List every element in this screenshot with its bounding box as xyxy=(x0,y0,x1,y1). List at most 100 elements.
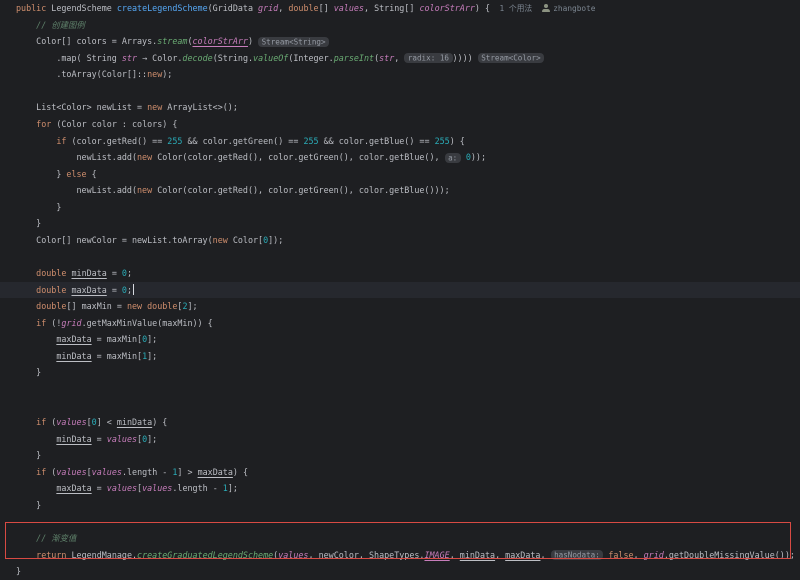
static-call-token: valueOf xyxy=(253,53,288,63)
parameter-token: grid xyxy=(644,550,664,560)
code-line[interactable]: public LegendScheme createLegendScheme(G… xyxy=(0,0,800,17)
code-line[interactable]: } xyxy=(0,447,800,464)
code-line[interactable]: List<Color> newList = new ArrayList<>(); xyxy=(0,99,800,116)
code-line[interactable]: if (values[0] < minData) { xyxy=(0,414,800,431)
code-token: } xyxy=(16,169,66,179)
code-line[interactable]: } xyxy=(0,563,800,580)
code-line[interactable]: .map( String str → Color.decode(String.v… xyxy=(0,50,800,67)
code-token: ; xyxy=(127,268,132,278)
parameter-token: colorStrArr xyxy=(193,36,248,46)
code-token: { xyxy=(87,169,97,179)
parameter-token: values xyxy=(56,417,86,427)
code-line[interactable]: // 创建图例 xyxy=(0,17,800,34)
code-token: = xyxy=(107,268,122,278)
parameter-token: values xyxy=(334,3,364,13)
code-line[interactable]: Color[] colors = Arrays.stream(colorStrA… xyxy=(0,33,800,50)
code-line[interactable]: newList.add(new Color(color.getRed(), co… xyxy=(0,149,800,166)
code-token xyxy=(16,119,36,129)
code-line[interactable]: } xyxy=(0,497,800,514)
code-line[interactable]: } else { xyxy=(0,166,800,183)
variable-token: minData xyxy=(460,550,495,560)
code-line[interactable] xyxy=(0,381,800,398)
code-line[interactable] xyxy=(0,83,800,100)
code-token: [] xyxy=(319,3,334,13)
variable-token: minData xyxy=(56,351,91,361)
code-token: Color[] colors = Arrays. xyxy=(16,36,157,46)
inlay-hint[interactable]: a: xyxy=(445,153,461,163)
usages-inlay-hint[interactable]: 1 个用法 xyxy=(490,4,532,13)
keyword-token: new xyxy=(147,102,162,112)
code-token xyxy=(16,434,56,444)
code-token: [] maxMin = xyxy=(66,301,127,311)
inlay-hint[interactable]: Stream<String> xyxy=(258,37,329,47)
code-line[interactable]: return LegendManage.createGraduatedLegen… xyxy=(0,547,800,564)
code-area[interactable]: public LegendScheme createLegendScheme(G… xyxy=(0,0,800,580)
code-line[interactable]: double minData = 0; xyxy=(0,265,800,282)
code-line[interactable]: if (color.getRed() == 255 && color.getGr… xyxy=(0,133,800,150)
code-line[interactable] xyxy=(0,248,800,265)
code-token: } xyxy=(16,450,41,460)
code-token: Color[ xyxy=(228,235,263,245)
code-line[interactable]: maxData = values[values.length - 1]; xyxy=(0,480,800,497)
code-line[interactable]: if (!grid.getMaxMinValue(maxMin)) { xyxy=(0,315,800,332)
code-line[interactable]: if (values[values.length - 1] > maxData)… xyxy=(0,464,800,481)
inlay-hint[interactable]: hasNodata: xyxy=(551,550,604,560)
code-line[interactable]: newList.add(new Color(color.getRed(), co… xyxy=(0,182,800,199)
code-line[interactable]: for (Color color : colors) { xyxy=(0,116,800,133)
number-token: 255 xyxy=(303,136,318,146)
code-token xyxy=(16,417,36,427)
code-line[interactable]: double[] maxMin = new double[2]; xyxy=(0,298,800,315)
inlay-hint[interactable]: Stream<Color> xyxy=(478,53,544,63)
code-line-current[interactable]: double maxData = 0; xyxy=(0,282,800,299)
parameter-token: values xyxy=(142,483,172,493)
code-token xyxy=(16,550,36,560)
static-call-token: parseInt xyxy=(334,53,374,63)
code-token: Color[] newColor = newList.toArray( xyxy=(16,235,213,245)
code-line[interactable]: minData = maxMin[1]; xyxy=(0,348,800,365)
code-line[interactable]: } xyxy=(0,364,800,381)
code-editor[interactable]: public LegendScheme createLegendScheme(G… xyxy=(0,0,800,580)
keyword-token: if xyxy=(36,318,46,328)
keyword-token: for xyxy=(36,119,51,129)
code-token: ) { xyxy=(233,467,248,477)
code-line[interactable]: // 渐变值 xyxy=(0,530,800,547)
code-token: , newColor, ShapeTypes. xyxy=(308,550,424,560)
code-token: ( xyxy=(46,417,56,427)
code-token xyxy=(16,285,36,295)
code-line[interactable]: .toArray(Color[]::new); xyxy=(0,66,800,83)
code-line[interactable]: } xyxy=(0,199,800,216)
code-token: (Integer. xyxy=(288,53,333,63)
keyword-token: double xyxy=(36,301,66,311)
code-token: List<Color> newList = xyxy=(16,102,147,112)
code-line[interactable]: maxData = maxMin[0]; xyxy=(0,331,800,348)
author-inlay-hint[interactable]: zhangbote xyxy=(553,4,595,13)
code-token: = xyxy=(107,285,122,295)
code-token: ]; xyxy=(147,334,157,344)
code-token: } xyxy=(16,566,21,576)
keyword-token: public xyxy=(16,3,51,13)
variable-token: maxData xyxy=(505,550,540,560)
code-token: ); xyxy=(162,69,172,79)
code-line[interactable]: minData = values[0]; xyxy=(0,431,800,448)
code-token: (String. xyxy=(213,53,253,63)
code-line[interactable] xyxy=(0,513,800,530)
variable-token: minData xyxy=(71,268,106,278)
variable-token: maxData xyxy=(71,285,106,295)
parameter-token: values xyxy=(107,434,137,444)
code-line[interactable] xyxy=(0,398,800,415)
code-token: , xyxy=(495,550,505,560)
code-token: ] > xyxy=(177,467,197,477)
keyword-token: double xyxy=(36,285,66,295)
code-token xyxy=(16,301,36,311)
code-token: .toArray(Color[]:: xyxy=(16,69,147,79)
code-token: ) { xyxy=(475,3,490,13)
code-token: → Color. xyxy=(137,53,182,63)
code-token: && color.getBlue() == xyxy=(319,136,435,146)
inlay-hint[interactable]: radix: 16 xyxy=(404,53,452,63)
code-line[interactable]: Color[] newColor = newList.toArray(new C… xyxy=(0,232,800,249)
author-icon xyxy=(542,4,550,12)
code-token: , String[] xyxy=(364,3,419,13)
code-line[interactable]: } xyxy=(0,215,800,232)
variable-token: minData xyxy=(117,417,152,427)
code-token xyxy=(16,483,56,493)
